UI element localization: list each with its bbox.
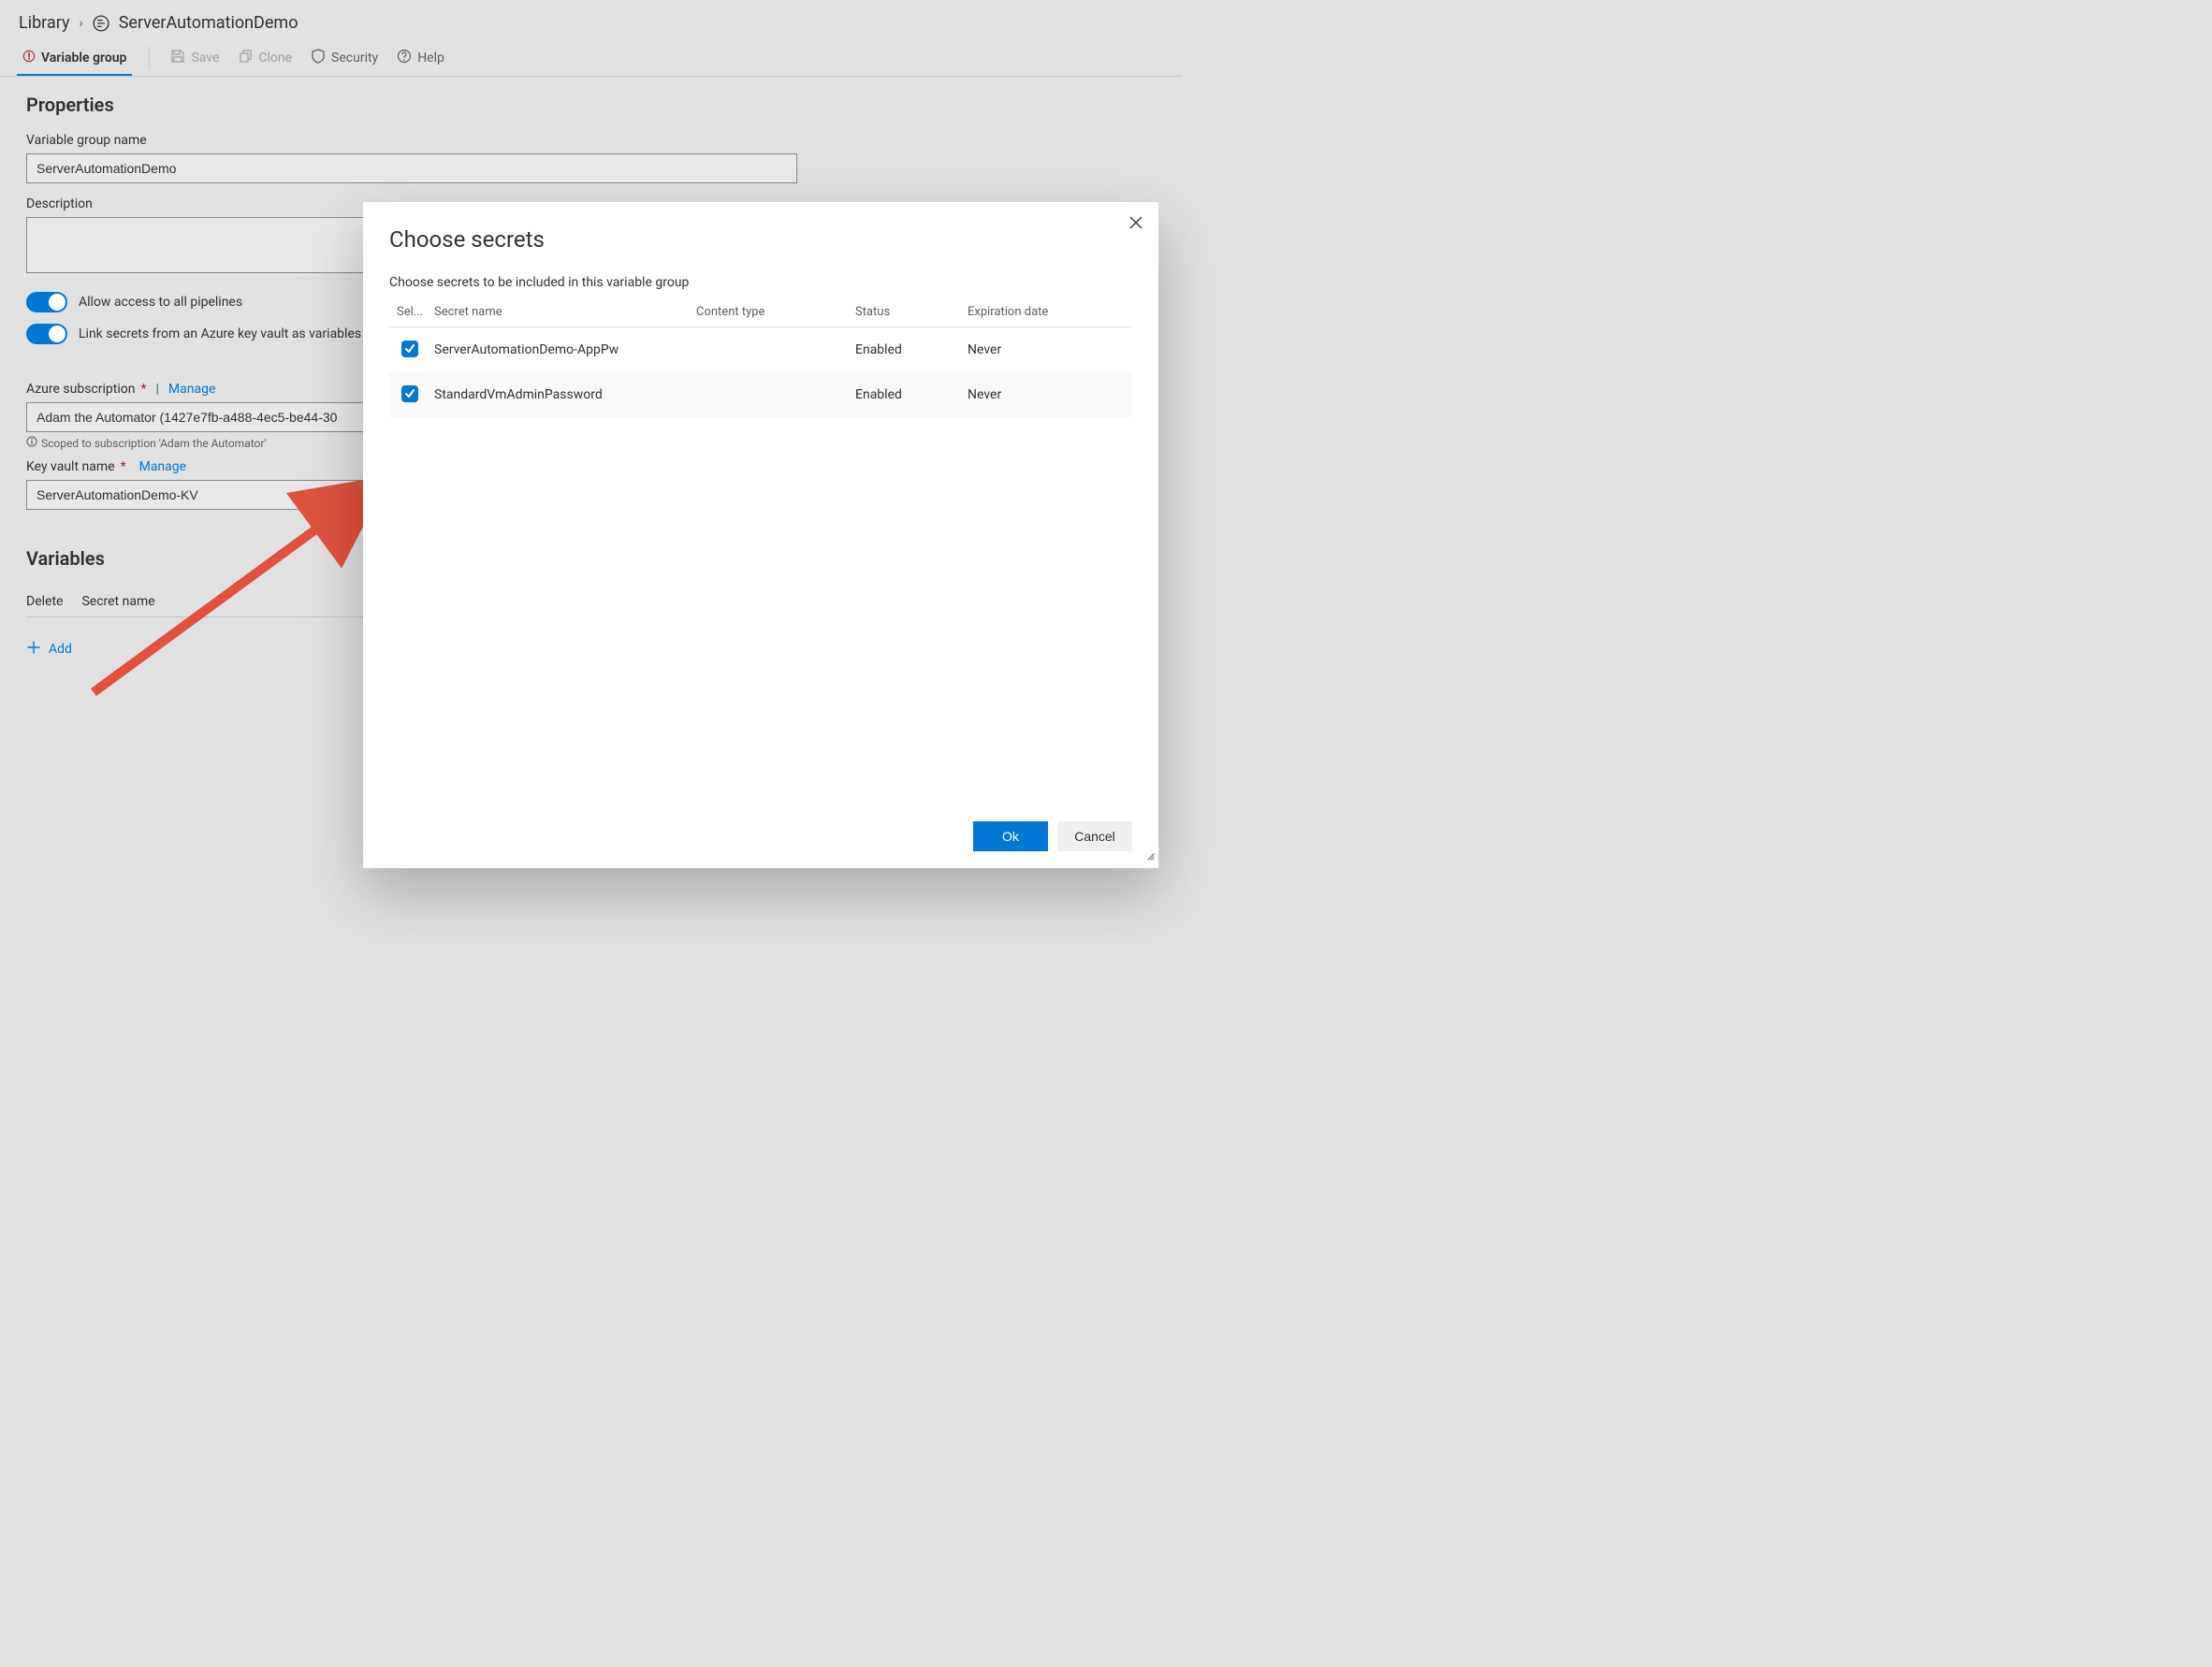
close-button[interactable] — [1127, 215, 1145, 234]
variable-group-name-label: Variable group name — [26, 133, 797, 148]
variables-col-delete: Delete — [26, 594, 63, 609]
checkbox[interactable] — [401, 341, 418, 357]
variable-group-icon — [93, 15, 109, 32]
close-icon — [1129, 216, 1142, 233]
clone-label: Clone — [258, 51, 292, 65]
info-icon — [26, 436, 37, 450]
col-select: Sel... — [389, 299, 430, 327]
resize-handle-icon[interactable] — [1143, 849, 1155, 864]
breadcrumb-root[interactable]: Library — [19, 13, 70, 33]
secrets-table: Sel... Secret name Content type Status E… — [389, 299, 1132, 417]
security-button[interactable]: Security — [301, 41, 387, 75]
allow-all-pipelines-label: Allow access to all pipelines — [79, 295, 242, 310]
tab-variable-group[interactable]: Variable group — [17, 40, 132, 76]
security-label: Security — [331, 51, 378, 65]
cancel-button[interactable]: Cancel — [1057, 821, 1132, 851]
secret-status-cell: Enabled — [851, 372, 964, 417]
secret-row[interactable]: ServerAutomationDemo-AppPw Enabled Never — [389, 327, 1132, 372]
secret-name-cell: ServerAutomationDemo-AppPw — [430, 327, 692, 372]
breadcrumb: Library › ServerAutomationDemo — [0, 0, 1182, 40]
secret-status-cell: Enabled — [851, 327, 964, 372]
choose-secrets-dialog: Choose secrets Choose secrets to be incl… — [363, 202, 1158, 868]
breadcrumb-current: ServerAutomationDemo — [119, 13, 298, 33]
col-content-type: Content type — [692, 299, 851, 327]
help-icon — [397, 49, 412, 67]
secret-row[interactable]: StandardVmAdminPassword Enabled Never — [389, 372, 1132, 417]
secret-name-cell: StandardVmAdminPassword — [430, 372, 692, 417]
col-expiration: Expiration date — [964, 299, 1132, 327]
alert-icon — [22, 50, 36, 66]
save-icon — [170, 49, 185, 67]
properties-heading: Properties — [26, 94, 797, 116]
link-secrets-toggle[interactable] — [26, 324, 67, 344]
help-button[interactable]: Help — [387, 41, 454, 75]
tab-label: Variable group — [41, 51, 126, 65]
modal-title: Choose secrets — [389, 226, 1132, 253]
variable-group-name-input[interactable] — [26, 153, 797, 183]
chevron-right-icon: › — [80, 16, 83, 31]
link-secrets-label: Link secrets from an Azure key vault as … — [79, 326, 361, 341]
variables-col-name: Secret name — [81, 594, 154, 609]
shield-icon — [311, 49, 326, 67]
clone-icon — [238, 49, 253, 67]
checkbox[interactable] — [401, 385, 418, 402]
save-label: Save — [191, 51, 219, 65]
save-button[interactable]: Save — [161, 41, 228, 75]
toolbar-separator — [149, 46, 150, 70]
secret-type-cell — [692, 327, 851, 372]
clone-button[interactable]: Clone — [228, 41, 301, 75]
subscription-manage-link[interactable]: Manage — [168, 382, 219, 397]
col-secret-name: Secret name — [430, 299, 692, 327]
toolbar: Variable group Save Clone Security Help — [0, 40, 1182, 77]
secret-exp-cell: Never — [964, 372, 1132, 417]
allow-all-pipelines-toggle[interactable] — [26, 292, 67, 312]
ok-button[interactable]: Ok — [973, 821, 1048, 851]
secret-exp-cell: Never — [964, 327, 1132, 372]
plus-icon — [26, 640, 41, 659]
help-label: Help — [417, 51, 444, 65]
modal-description: Choose secrets to be included in this va… — [389, 275, 1132, 290]
keyvault-manage-link[interactable]: Manage — [139, 459, 190, 474]
secret-type-cell — [692, 372, 851, 417]
add-variable-button[interactable]: Add — [26, 640, 72, 659]
col-status: Status — [851, 299, 964, 327]
